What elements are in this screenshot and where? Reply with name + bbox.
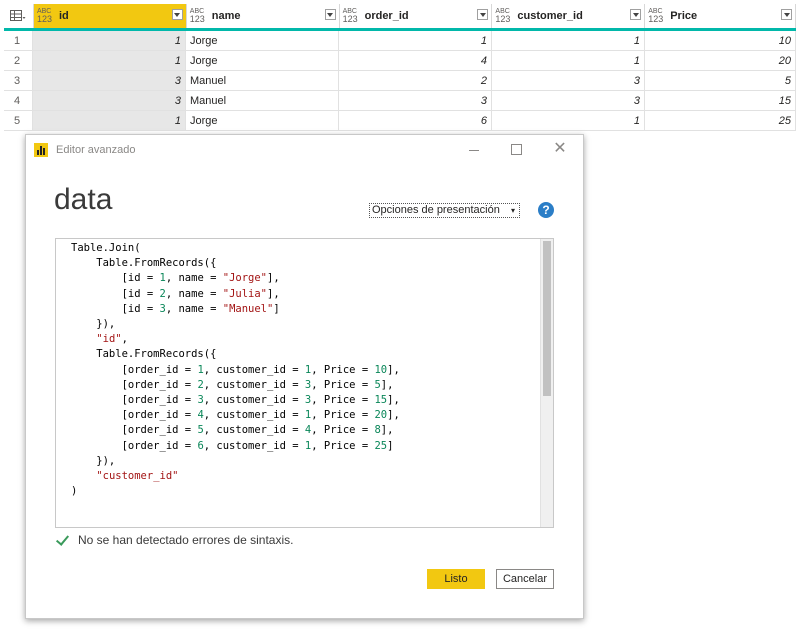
code-line[interactable]: Table.Join(	[71, 241, 400, 256]
column-filter-dropdown-icon[interactable]	[630, 9, 642, 20]
cell-name[interactable]: Jorge	[186, 51, 339, 70]
type-any-icon[interactable]: ABC 123	[37, 8, 55, 24]
code-line[interactable]: }),	[71, 454, 400, 469]
column-filter-dropdown-icon[interactable]	[171, 9, 183, 20]
code-line[interactable]: Table.FromRecords({	[71, 347, 400, 362]
code-line[interactable]: [id = 1, name = "Jorge"],	[71, 271, 400, 286]
display-options-dropdown[interactable]: Opciones de presentación ▾	[369, 203, 520, 218]
table-row[interactable]: 3 3 Manuel 2 3 5	[4, 71, 796, 91]
code-line[interactable]: [order_id = 6, customer_id = 1, Price = …	[71, 439, 400, 454]
cell-id[interactable]: 3	[33, 91, 186, 110]
scrollbar-thumb[interactable]	[543, 241, 551, 396]
table-row[interactable]: 5 1 Jorge 6 1 25	[4, 111, 796, 131]
cell-price[interactable]: 20	[645, 51, 796, 70]
column-header-order-id[interactable]: ABC 123 order_id	[340, 4, 493, 28]
cell-price[interactable]: 10	[645, 31, 796, 50]
code-line[interactable]: Table.FromRecords({	[71, 256, 400, 271]
column-header-name[interactable]: ABC 123 name	[187, 4, 340, 28]
code-editor[interactable]: Table.Join( Table.FromRecords({ [id = 1,…	[55, 238, 554, 528]
type-any-icon[interactable]: ABC 123	[190, 8, 208, 24]
cell-customer-id[interactable]: 3	[492, 91, 645, 110]
code-line[interactable]: [order_id = 2, customer_id = 3, Price = …	[71, 378, 400, 393]
display-options-label: Opciones de presentación	[372, 204, 500, 216]
code-line[interactable]: [order_id = 1, customer_id = 1, Price = …	[71, 363, 400, 378]
column-header-label: Price	[670, 10, 698, 22]
cell-order-id[interactable]: 4	[339, 51, 492, 70]
cell-id[interactable]: 1	[33, 111, 186, 130]
cell-name[interactable]: Manuel	[186, 91, 339, 110]
maximize-icon[interactable]	[508, 141, 524, 157]
column-header-label: id	[58, 10, 69, 22]
close-icon[interactable]: ✕	[552, 141, 568, 157]
cell-customer-id[interactable]: 3	[492, 71, 645, 90]
type-any-icon[interactable]: ABC 123	[648, 8, 666, 24]
cancel-button[interactable]: Cancelar	[496, 569, 554, 589]
row-number[interactable]: 1	[4, 31, 33, 50]
code-text[interactable]: Table.Join( Table.FromRecords({ [id = 1,…	[71, 241, 400, 499]
cell-id[interactable]: 1	[33, 51, 186, 70]
table-row[interactable]: 2 1 Jorge 4 1 20	[4, 51, 796, 71]
cell-order-id[interactable]: 3	[339, 91, 492, 110]
code-line[interactable]: [order_id = 3, customer_id = 3, Price = …	[71, 393, 400, 408]
table-row[interactable]: 4 3 Manuel 3 3 15	[4, 91, 796, 111]
cell-name[interactable]: Jorge	[186, 111, 339, 130]
cell-name[interactable]: Jorge	[186, 31, 339, 50]
syntax-status: No se han detectado errores de sintaxis.	[56, 533, 293, 547]
code-line[interactable]: [order_id = 4, customer_id = 1, Price = …	[71, 408, 400, 423]
cell-customer-id[interactable]: 1	[492, 111, 645, 130]
column-filter-dropdown-icon[interactable]	[477, 9, 489, 20]
check-icon	[56, 533, 70, 547]
cell-name[interactable]: Manuel	[186, 71, 339, 90]
type-any-icon[interactable]: ABC 123	[495, 8, 513, 24]
column-filter-dropdown-icon[interactable]	[781, 9, 793, 20]
cell-price[interactable]: 5	[645, 71, 796, 90]
column-header-label: order_id	[364, 10, 409, 22]
code-line[interactable]: [id = 2, name = "Julia"],	[71, 287, 400, 302]
row-number[interactable]: 3	[4, 71, 33, 90]
column-filter-dropdown-icon[interactable]	[324, 9, 336, 20]
column-header-id[interactable]: ABC 123 id	[33, 4, 187, 28]
code-line[interactable]: "id",	[71, 332, 400, 347]
code-line[interactable]: "customer_id"	[71, 469, 400, 484]
cell-order-id[interactable]: 6	[339, 111, 492, 130]
cell-price[interactable]: 25	[645, 111, 796, 130]
column-header-label: name	[211, 10, 241, 22]
column-header-price[interactable]: ABC 123 Price	[645, 4, 797, 28]
power-bi-icon	[34, 143, 48, 157]
row-number[interactable]: 4	[4, 91, 33, 110]
cell-customer-id[interactable]: 1	[492, 51, 645, 70]
code-line[interactable]: [order_id = 5, customer_id = 4, Price = …	[71, 423, 400, 438]
vertical-scrollbar[interactable]	[540, 239, 553, 527]
column-header-label: customer_id	[517, 10, 583, 22]
data-grid: ABC 123 id ABC 123 name ABC 123 order_id AB…	[4, 4, 797, 131]
row-number[interactable]: 2	[4, 51, 33, 70]
chevron-down-icon: ▾	[510, 206, 515, 215]
grid-header: ABC 123 id ABC 123 name ABC 123 order_id AB…	[4, 4, 797, 31]
dialog-title: Editor avanzado	[56, 144, 136, 156]
cell-order-id[interactable]: 1	[339, 31, 492, 50]
cell-order-id[interactable]: 2	[339, 71, 492, 90]
minimize-icon[interactable]	[466, 141, 482, 157]
code-line[interactable]: [id = 3, name = "Manuel"]	[71, 302, 400, 317]
cell-id[interactable]: 1	[33, 31, 186, 50]
code-line[interactable]: }),	[71, 317, 400, 332]
column-header-customer-id[interactable]: ABC 123 customer_id	[492, 4, 646, 28]
table-menu-icon[interactable]	[4, 4, 34, 28]
dialog-titlebar[interactable]: Editor avanzado ✕	[26, 135, 583, 165]
type-any-icon[interactable]: ABC 123	[343, 8, 361, 24]
code-line[interactable]: )	[71, 484, 400, 499]
help-icon[interactable]: ?	[538, 202, 554, 218]
cell-customer-id[interactable]: 1	[492, 31, 645, 50]
table-row[interactable]: 1 1 Jorge 1 1 10	[4, 31, 796, 51]
advanced-editor-dialog: Editor avanzado ✕ data Opciones de prese…	[25, 134, 584, 619]
cell-price[interactable]: 15	[645, 91, 796, 110]
query-name: data	[54, 183, 113, 216]
done-button[interactable]: Listo	[427, 569, 485, 589]
row-number[interactable]: 5	[4, 111, 33, 130]
cell-id[interactable]: 3	[33, 71, 186, 90]
status-text: No se han detectado errores de sintaxis.	[78, 533, 294, 547]
